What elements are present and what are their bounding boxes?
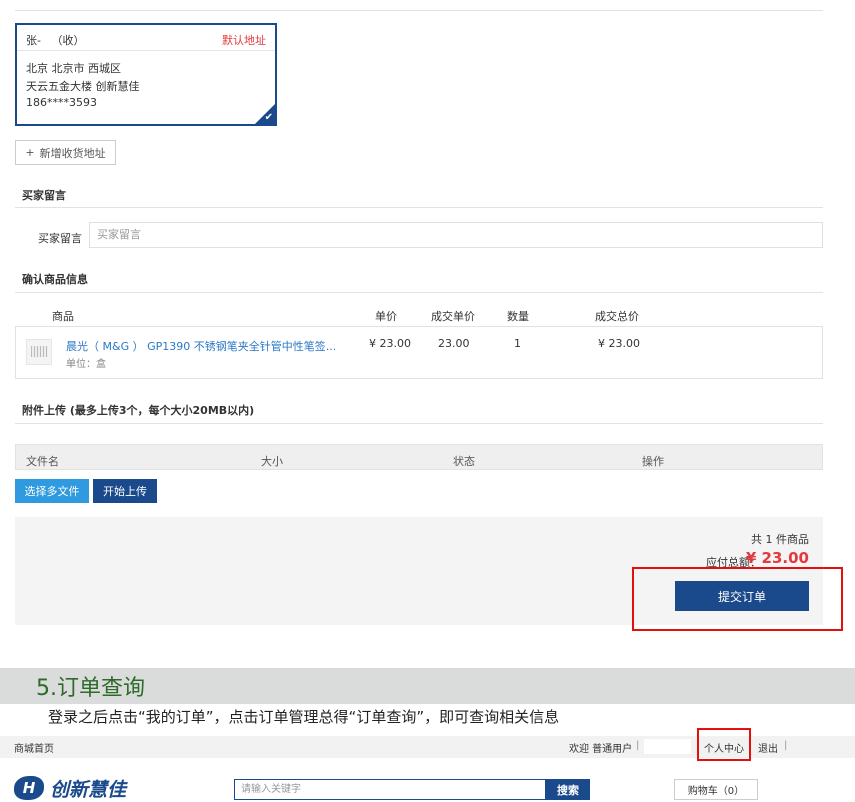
address-card-header: 张- （收） 默认地址 bbox=[17, 25, 275, 51]
file-table-header: 文件名 大小 状态 操作 bbox=[15, 444, 823, 470]
logo-text: 创新慧佳 bbox=[50, 778, 127, 801]
buyer-note-input[interactable]: 买家留言 bbox=[89, 222, 823, 248]
col-status: 状态 bbox=[453, 455, 475, 468]
product-name-link[interactable]: 晨光（ M&G ） GP1390 不锈钢笔夹全针管中性笔签... bbox=[66, 338, 336, 354]
address-street: 天云五金大楼 创新慧佳 bbox=[26, 80, 140, 93]
attachments-title: 附件上传 (最多上传3个，每个大小20MB以内) bbox=[22, 404, 255, 417]
buyer-note-title: 买家留言 bbox=[22, 189, 66, 202]
col-product: 商品 bbox=[52, 310, 74, 323]
goods-section-title: 确认商品信息 bbox=[22, 273, 88, 286]
product-unit: 单位：盒 bbox=[66, 359, 106, 370]
tutorial-heading-band: 5.订单查询 bbox=[0, 668, 855, 704]
product-qty: 1 bbox=[514, 337, 521, 350]
highlight-box bbox=[697, 728, 751, 761]
home-link[interactable]: 商城首页 bbox=[14, 740, 54, 755]
username-field bbox=[644, 739, 691, 754]
divider bbox=[15, 207, 823, 208]
tutorial-description: 登录之后点击“我的订单”，点击订单管理总得“订单查询”，即可查询相关信息 bbox=[48, 708, 560, 726]
logo-icon: H bbox=[14, 776, 44, 800]
divider bbox=[15, 10, 823, 11]
logout-link[interactable]: 退出 bbox=[758, 740, 778, 755]
address-region: 北京 北京市 西城区 bbox=[26, 62, 121, 75]
plus-icon: + bbox=[25, 146, 35, 159]
product-price: ¥ 23.00 bbox=[369, 337, 411, 350]
add-address-label: 新增收货地址 bbox=[39, 146, 106, 160]
welcome-text: 欢迎 普通用户 bbox=[569, 744, 633, 755]
default-address-label[interactable]: 默认地址 bbox=[222, 32, 266, 48]
col-size: 大小 bbox=[261, 455, 283, 468]
total-value: ¥ 23.00 bbox=[745, 549, 809, 567]
address-phone: 186****3593 bbox=[26, 96, 97, 109]
separator: | bbox=[636, 740, 640, 751]
tutorial-title: 5.订单查询 bbox=[36, 676, 145, 701]
check-icon: ✔ bbox=[264, 112, 273, 123]
table-row: 晨光（ M&G ） GP1390 不锈钢笔夹全针管中性笔签... 单位：盒 bbox=[15, 326, 823, 379]
product-total: ¥ 23.00 bbox=[598, 337, 640, 350]
highlight-box bbox=[632, 567, 843, 631]
address-card[interactable]: 张- （收） 默认地址 北京 北京市 西城区 天云五金大楼 创新慧佳 186**… bbox=[15, 23, 277, 126]
add-address-button[interactable]: + 新增收货地址 bbox=[15, 140, 116, 165]
select-files-button[interactable]: 选择多文件 bbox=[15, 479, 89, 503]
product-deal-price: 23.00 bbox=[438, 337, 470, 350]
search-input[interactable]: 请输入关键字 bbox=[234, 779, 546, 800]
address-receive-tag: （收） bbox=[51, 34, 85, 47]
item-count: 共 1 件商品 bbox=[751, 533, 809, 546]
col-qty: 数量 bbox=[507, 310, 529, 323]
address-name: 张- bbox=[26, 34, 41, 47]
search-button[interactable]: 搜索 bbox=[546, 779, 590, 800]
divider bbox=[15, 292, 823, 293]
logo[interactable]: H 创新慧佳 bbox=[14, 776, 127, 801]
divider bbox=[15, 423, 823, 424]
col-deal-price: 成交单价 bbox=[431, 310, 475, 323]
col-action: 操作 bbox=[642, 455, 664, 468]
start-upload-button[interactable]: 开始上传 bbox=[93, 479, 157, 503]
product-thumbnail[interactable] bbox=[26, 339, 52, 365]
col-total: 成交总价 bbox=[595, 310, 639, 323]
separator: | bbox=[784, 740, 788, 751]
buyer-note-label: 买家留言 bbox=[38, 232, 82, 245]
col-price: 单价 bbox=[375, 310, 397, 323]
cart-button[interactable]: 购物车（0） bbox=[674, 779, 758, 800]
col-filename: 文件名 bbox=[26, 455, 59, 468]
